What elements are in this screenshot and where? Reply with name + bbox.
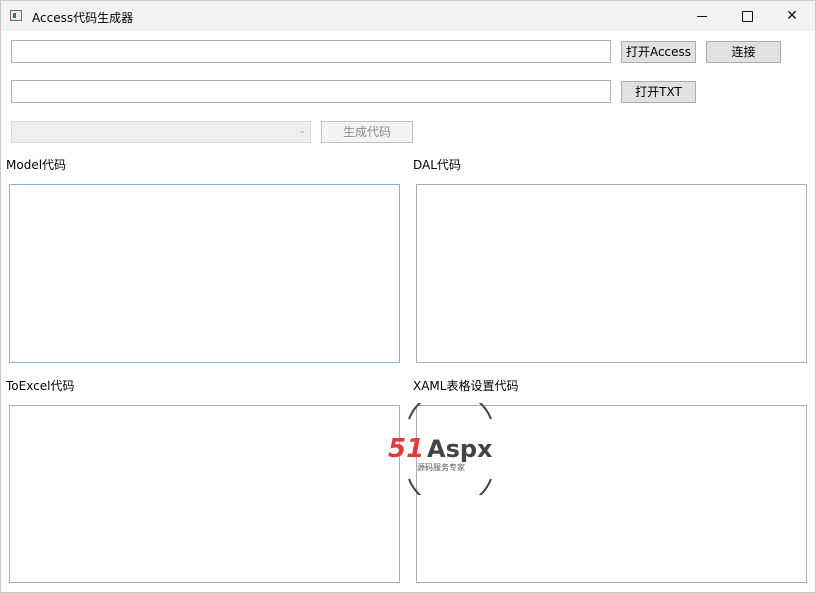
close-button[interactable]: ✕ [769, 1, 815, 31]
txt-path-input[interactable] [11, 80, 611, 103]
main-window: Access代码生成器 ✕ 打开Access 连接 打开TXT ⌄ 生成代码 M… [0, 0, 816, 593]
watermark-brand-suffix: Aspx [427, 435, 493, 463]
connect-button[interactable]: 连接 [706, 41, 781, 63]
title-bar[interactable]: Access代码生成器 ✕ [1, 1, 815, 31]
table-select[interactable]: ⌄ [11, 121, 311, 143]
dal-code-textarea[interactable] [416, 184, 807, 363]
open-access-button[interactable]: 打开Access [621, 41, 696, 63]
model-code-label: Model代码 [6, 158, 67, 172]
toexcel-code-label: ToExcel代码 [6, 379, 75, 393]
close-icon: ✕ [786, 8, 798, 24]
app-window-icon [10, 10, 22, 21]
watermark-brand-prefix: 51 [388, 434, 424, 464]
minimize-button[interactable] [679, 1, 725, 31]
window-title: Access代码生成器 [32, 11, 134, 25]
watermark-tagline: 源码服务专家 [417, 462, 465, 472]
maximize-button[interactable] [724, 1, 770, 31]
minimize-icon [697, 15, 707, 17]
toexcel-code-textarea[interactable] [9, 405, 400, 583]
watermark-logo: 51 Aspx 源码服务专家 [388, 403, 493, 495]
open-txt-button[interactable]: 打开TXT [621, 81, 696, 103]
dal-code-label: DAL代码 [413, 158, 461, 172]
maximize-icon [741, 10, 753, 22]
model-code-textarea[interactable] [9, 184, 400, 363]
chevron-down-icon: ⌄ [298, 126, 306, 136]
access-path-input[interactable] [11, 40, 611, 63]
xaml-code-label: XAML表格设置代码 [413, 379, 519, 393]
generate-code-button[interactable]: 生成代码 [321, 121, 413, 143]
